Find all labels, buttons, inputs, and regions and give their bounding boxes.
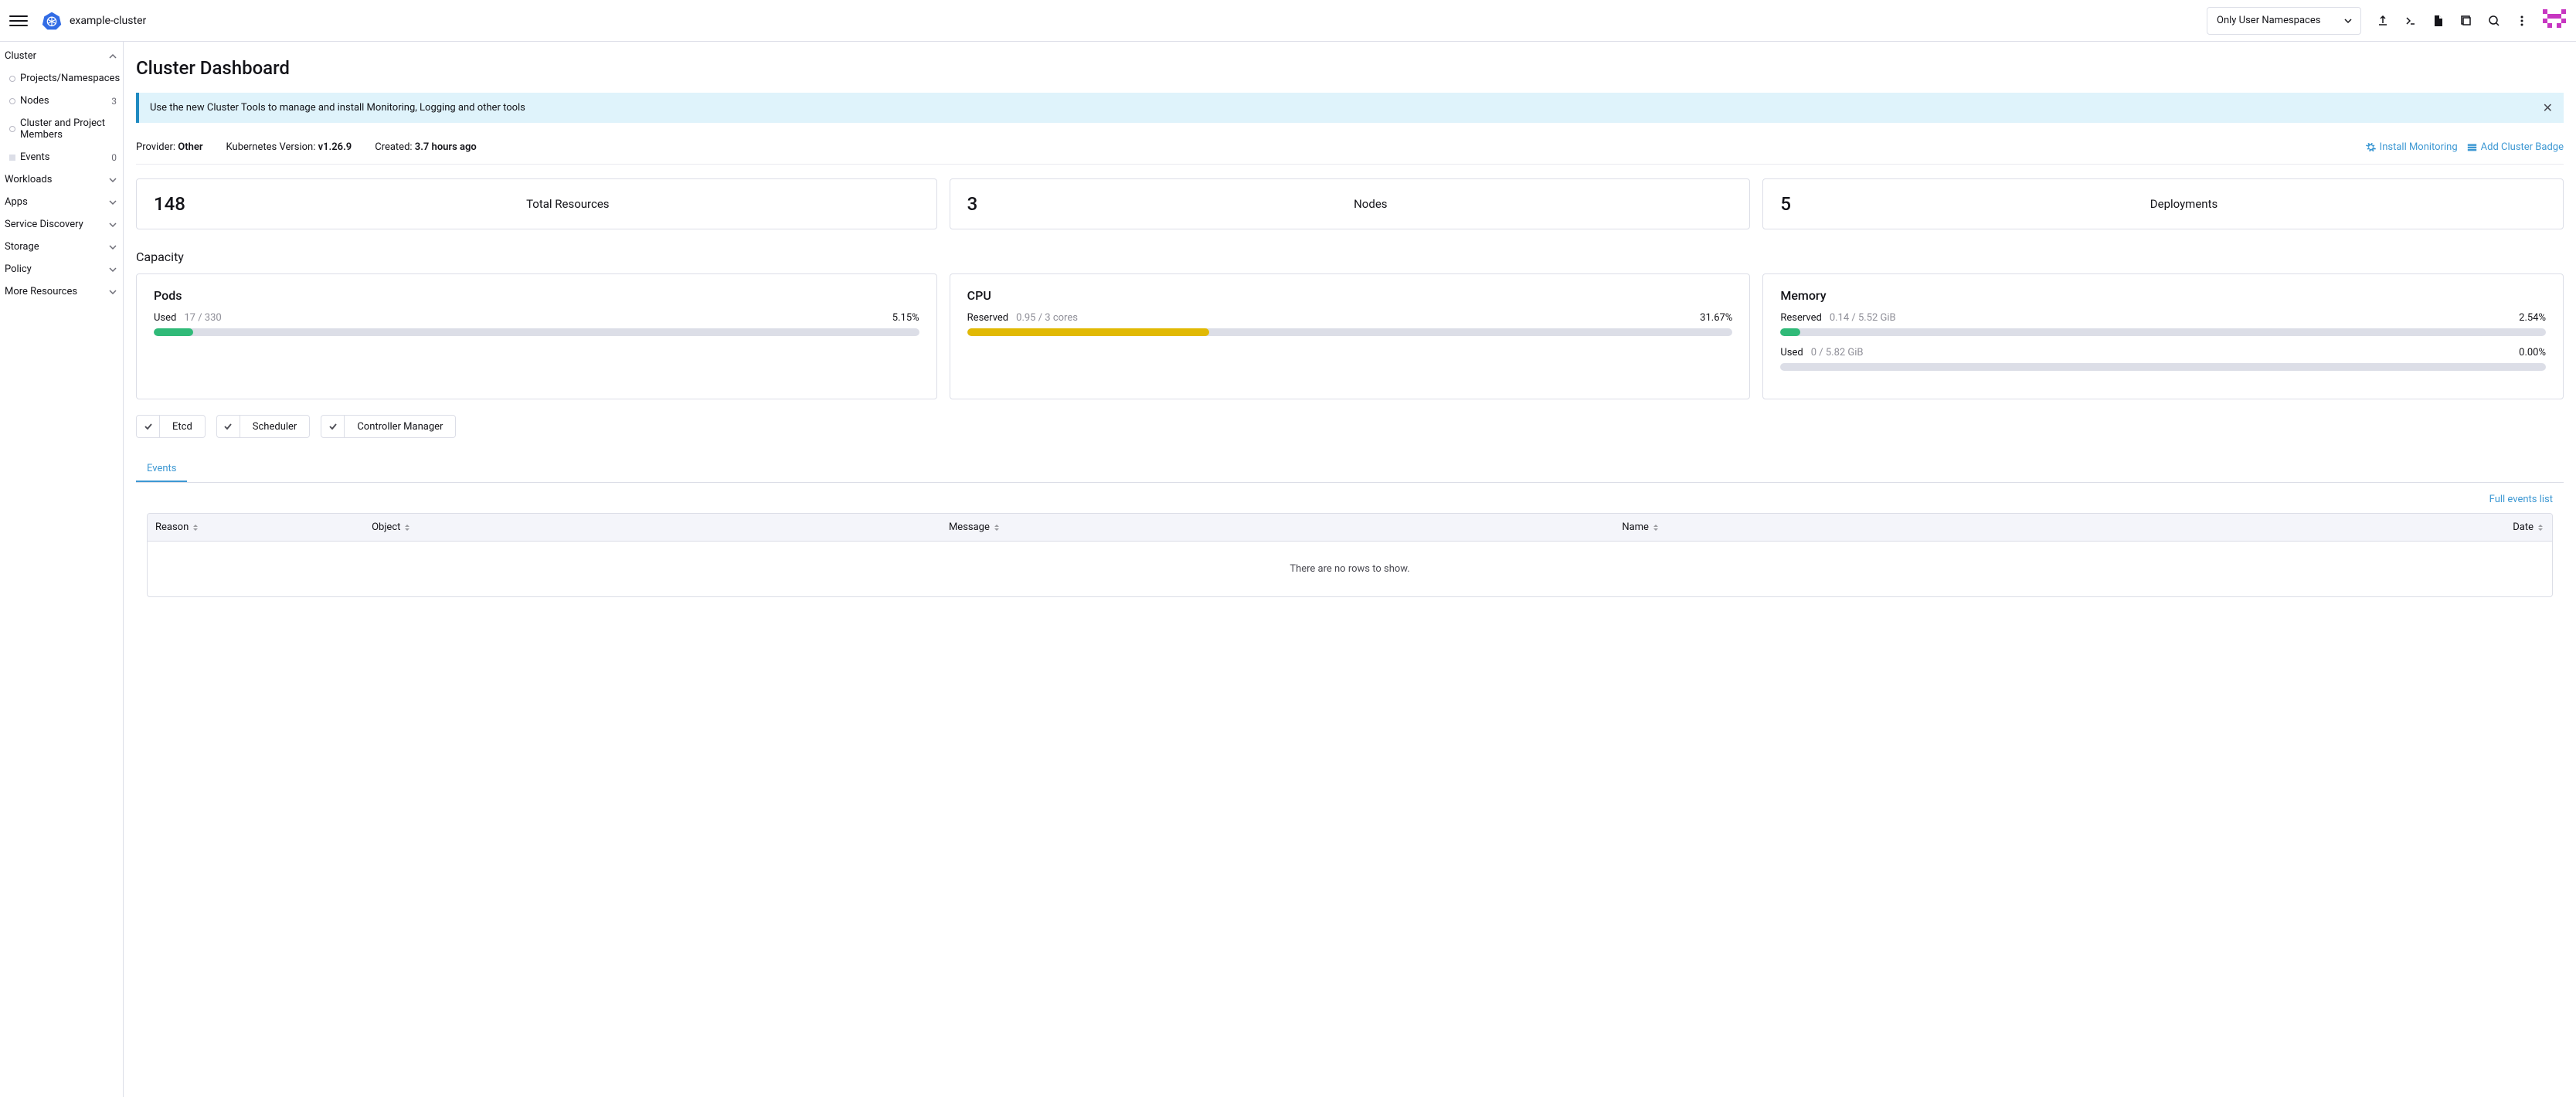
sort-icon: [2537, 524, 2544, 532]
full-events-list-link[interactable]: Full events list: [2489, 494, 2553, 505]
capacity-card-pods: PodsUsed17 / 3305.15%: [136, 273, 937, 399]
chevron-up-icon: [109, 53, 117, 60]
health-row: Etcd Scheduler Controller Manager: [136, 415, 2564, 438]
capacity-row: Used0 / 5.82 GiB0.00%: [1780, 347, 2546, 371]
menu-toggle-icon[interactable]: [9, 12, 28, 30]
capacity-cards: PodsUsed17 / 3305.15%CPUReserved0.95 / 3…: [136, 273, 2564, 399]
sort-icon: [993, 524, 1001, 532]
circle-icon: [9, 126, 15, 132]
sidebar-group-apps[interactable]: Apps: [0, 191, 123, 213]
summary-card-nodes: 3Nodes: [950, 178, 1751, 229]
capacity-card-cpu: CPUReserved0.95 / 3 cores31.67%: [950, 273, 1751, 399]
sidebar-group-workloads[interactable]: Workloads: [0, 168, 123, 191]
capacity-row: Reserved0.14 / 5.52 GiB2.54%: [1780, 312, 2546, 336]
cluster-name[interactable]: example-cluster: [70, 15, 146, 27]
close-icon[interactable]: ✕: [2543, 100, 2553, 115]
sidebar-group-cluster[interactable]: Cluster: [0, 45, 123, 67]
page-title: Cluster Dashboard: [136, 57, 2564, 79]
namespace-selector-label: Only User Namespaces: [2217, 15, 2320, 26]
capacity-row: Used17 / 3305.15%: [154, 312, 919, 336]
progress-bar: [1780, 328, 2546, 336]
search-icon[interactable]: [2480, 7, 2508, 35]
summary-cards: 148Total Resources 3Nodes5Deployments: [136, 178, 2564, 229]
provider-meta: Provider: Other: [136, 141, 203, 153]
progress-bar: [154, 328, 919, 336]
sidebar-item-projects-namespaces[interactable]: Projects/Namespaces: [0, 67, 123, 90]
check-icon: [321, 416, 345, 437]
col-object[interactable]: Object: [364, 514, 941, 541]
capacity-row: Reserved0.95 / 3 cores31.67%: [967, 312, 1733, 336]
events-table-header: Reason Object Message Name Date: [148, 514, 2552, 542]
install-monitoring-link[interactable]: Install Monitoring: [2366, 141, 2458, 153]
col-date[interactable]: Date: [2119, 514, 2552, 541]
col-name[interactable]: Name: [1614, 514, 2119, 541]
sidebar-item-cluster-and-project-members[interactable]: Cluster and Project Members: [0, 112, 123, 146]
header-actions: [2369, 7, 2536, 35]
sidebar-group-storage[interactable]: Storage: [0, 236, 123, 258]
chevron-down-icon: [109, 176, 117, 184]
sort-icon: [403, 524, 411, 532]
sidebar: Cluster Projects/NamespacesNodes3Cluster…: [0, 42, 124, 1097]
sort-icon: [1652, 524, 1660, 532]
circle-icon: [9, 98, 15, 104]
add-cluster-badge-link[interactable]: Add Cluster Badge: [2467, 141, 2564, 153]
k8s-version-meta: Kubernetes Version: v1.26.9: [226, 141, 352, 153]
events-table: Reason Object Message Name Date There ar…: [147, 513, 2553, 597]
namespace-selector[interactable]: Only User Namespaces: [2207, 7, 2361, 35]
summary-card-deployments: 5Deployments: [1762, 178, 2564, 229]
chevron-down-icon: [109, 199, 117, 206]
upload-icon[interactable]: [2369, 7, 2397, 35]
sidebar-item-events[interactable]: Events0: [0, 146, 123, 168]
progress-bar: [1780, 363, 2546, 371]
check-icon: [137, 416, 160, 437]
events-tabs: Events: [136, 457, 2564, 483]
kubernetes-logo-icon: [42, 11, 62, 31]
capacity-card-memory: MemoryReserved0.14 / 5.52 GiB2.54%Used0 …: [1762, 273, 2564, 399]
events-empty-row: There are no rows to show.: [148, 542, 2552, 596]
user-avatar[interactable]: [2542, 8, 2567, 33]
gear-icon: [2366, 142, 2376, 152]
badge-icon: [2467, 142, 2477, 152]
col-reason[interactable]: Reason: [148, 514, 364, 541]
shell-icon[interactable]: [2397, 7, 2425, 35]
capacity-title: Capacity: [136, 250, 2564, 264]
sidebar-group-policy[interactable]: Policy: [0, 258, 123, 280]
check-icon: [217, 416, 240, 437]
created-meta: Created: 3.7 hours ago: [375, 141, 477, 153]
tab-events[interactable]: Events: [136, 457, 187, 482]
health-chip-controller-manager: Controller Manager: [321, 415, 456, 438]
sidebar-group-service-discovery[interactable]: Service Discovery: [0, 213, 123, 236]
progress-bar: [967, 328, 1733, 336]
top-header: example-cluster Only User Namespaces: [0, 0, 2576, 42]
cluster-meta-row: Provider: Other Kubernetes Version: v1.2…: [136, 134, 2564, 165]
kebab-menu-icon[interactable]: [2508, 7, 2536, 35]
info-banner: Use the new Cluster Tools to manage and …: [136, 93, 2564, 123]
chevron-down-icon: [109, 221, 117, 229]
circle-icon: [9, 76, 15, 82]
main-content: Cluster Dashboard Use the new Cluster To…: [124, 42, 2576, 1097]
chevron-down-icon: [109, 243, 117, 251]
file-icon[interactable]: [2425, 7, 2452, 35]
chevron-down-icon: [109, 288, 117, 296]
health-chip-etcd: Etcd: [136, 415, 206, 438]
chevron-down-icon: [109, 266, 117, 273]
info-banner-text: Use the new Cluster Tools to manage and …: [150, 102, 525, 114]
square-icon: [9, 155, 15, 161]
sort-icon: [192, 524, 199, 532]
summary-card-total-resources: 148Total Resources: [136, 178, 937, 229]
chevron-down-icon: [2343, 16, 2353, 25]
sidebar-item-nodes[interactable]: Nodes3: [0, 90, 123, 112]
health-chip-scheduler: Scheduler: [216, 415, 311, 438]
sidebar-group-more-resources[interactable]: More Resources: [0, 280, 123, 303]
copy-config-icon[interactable]: [2452, 7, 2480, 35]
col-message[interactable]: Message: [941, 514, 1614, 541]
